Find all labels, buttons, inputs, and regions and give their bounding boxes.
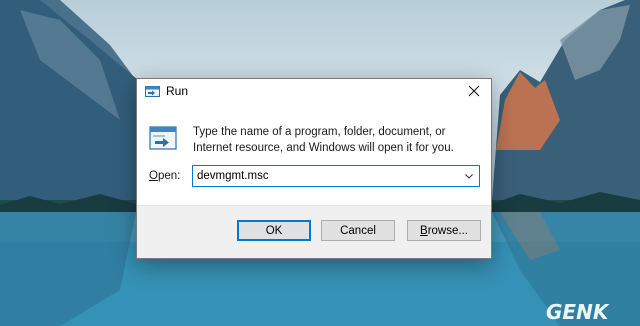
cancel-button[interactable]: Cancel — [321, 220, 395, 241]
run-dialog: Run Type the name of a program, folder, … — [136, 78, 492, 259]
dialog-title: Run — [166, 84, 189, 98]
close-icon — [468, 85, 480, 97]
close-button[interactable] — [457, 79, 491, 103]
dialog-description: Type the name of a program, folder, docu… — [193, 126, 454, 154]
run-icon — [145, 84, 160, 97]
open-combobox[interactable] — [192, 165, 480, 187]
open-label-accelerator: O — [149, 170, 158, 182]
open-label: Open: — [149, 170, 180, 182]
run-icon — [149, 124, 179, 152]
browse-label: rowse... — [427, 224, 468, 237]
open-input[interactable] — [193, 167, 447, 185]
chevron-down-icon[interactable] — [462, 169, 476, 183]
genk-watermark: GENK — [546, 300, 609, 324]
browse-accelerator: B — [420, 224, 428, 237]
browse-button[interactable]: Browse... — [407, 220, 481, 241]
button-bar: OK Cancel Browse... — [137, 205, 491, 258]
open-label-text: pen: — [157, 170, 181, 182]
ok-button[interactable]: OK — [237, 220, 311, 241]
title-bar[interactable]: Run — [137, 79, 491, 103]
